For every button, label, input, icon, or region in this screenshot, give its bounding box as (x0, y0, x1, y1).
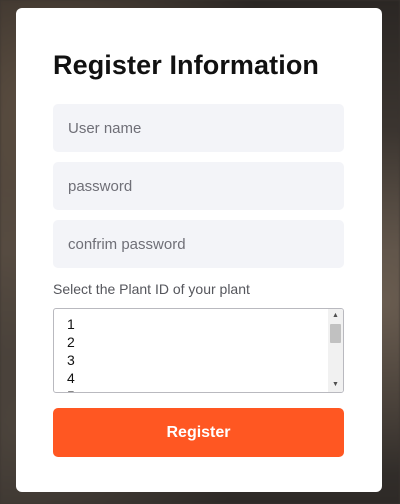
register-button[interactable]: Register (53, 408, 344, 457)
plant-id-options: 1 2 3 4 5 (67, 315, 75, 392)
plant-id-option[interactable]: 5 (67, 387, 75, 392)
scroll-up-icon[interactable]: ▲ (328, 309, 343, 323)
plant-id-option[interactable]: 1 (67, 315, 75, 333)
confirm-password-input[interactable] (53, 220, 344, 268)
plant-id-select[interactable]: 1 2 3 4 5 ▲ ▼ (53, 308, 344, 393)
username-input[interactable] (53, 104, 344, 152)
plant-id-option[interactable]: 3 (67, 351, 75, 369)
register-card: Register Information Select the Plant ID… (16, 8, 382, 492)
plant-id-option[interactable]: 2 (67, 333, 75, 351)
password-input[interactable] (53, 162, 344, 210)
scroll-down-icon[interactable]: ▼ (328, 378, 343, 392)
plant-id-label: Select the Plant ID of your plant (53, 281, 250, 297)
listbox-scrollbar[interactable]: ▲ ▼ (328, 309, 343, 392)
plant-id-option[interactable]: 4 (67, 369, 75, 387)
scroll-thumb[interactable] (330, 324, 341, 343)
page-title: Register Information (53, 50, 320, 80)
